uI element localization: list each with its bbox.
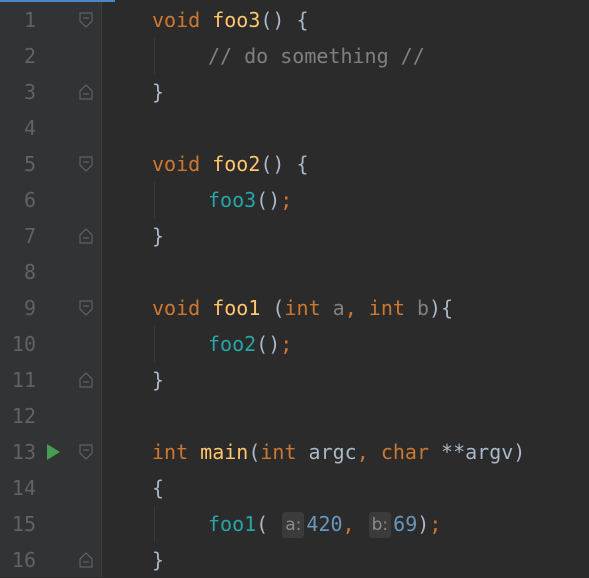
line-number: 12 (11, 404, 36, 428)
indent-guide (154, 182, 155, 218)
code-line-15[interactable]: 15 foo1( a: 420, b: 69); (0, 506, 589, 542)
fold-end-icon[interactable] (79, 552, 93, 568)
indent-guide (154, 326, 155, 362)
parameter-hint-b: b: (368, 512, 392, 538)
line-number: 7 (23, 224, 36, 248)
code-line-14[interactable]: 14 { (0, 470, 589, 506)
line-number: 1 (23, 8, 36, 32)
indent-guide (154, 506, 155, 542)
line-number: 6 (23, 188, 36, 212)
line-number: 9 (23, 296, 36, 320)
fold-end-icon[interactable] (79, 372, 93, 388)
line-number: 5 (23, 152, 36, 176)
code-line-5[interactable]: 5 void foo2() { (0, 146, 589, 182)
code-text[interactable]: foo3(); (208, 182, 292, 218)
code-line-8[interactable]: 8 (0, 254, 589, 290)
code-line-10[interactable]: 10 foo2(); (0, 326, 589, 362)
fold-end-icon[interactable] (79, 84, 93, 100)
code-text[interactable]: } (152, 74, 164, 110)
code-line-3[interactable]: 3 } (0, 74, 589, 110)
parameter-hint-a: a: (282, 512, 305, 538)
line-number: 10 (11, 332, 36, 356)
code-line-12[interactable]: 12 (0, 398, 589, 434)
code-text[interactable]: } (152, 218, 164, 254)
fold-start-icon[interactable] (79, 300, 93, 316)
code-editor[interactable]: 1 void foo3() { 2 // do something // 3 }… (0, 0, 589, 577)
fold-start-icon[interactable] (79, 444, 93, 460)
fold-start-icon[interactable] (79, 12, 93, 28)
line-number: 11 (11, 368, 36, 392)
code-line-6[interactable]: 6 foo3(); (0, 182, 589, 218)
code-text[interactable]: } (152, 362, 164, 398)
code-text[interactable]: foo2(); (208, 326, 292, 362)
code-text[interactable]: void foo1 (int a, int b){ (152, 290, 453, 326)
code-text[interactable]: { (152, 470, 164, 506)
line-number: 8 (23, 260, 36, 284)
indent-guide (154, 38, 155, 74)
line-number: 16 (11, 548, 36, 572)
run-gutter-icon[interactable] (47, 444, 60, 460)
line-number: 13 (11, 440, 36, 464)
line-number: 14 (11, 476, 36, 500)
code-line-1[interactable]: 1 void foo3() { (0, 2, 589, 38)
code-line-7[interactable]: 7 } (0, 218, 589, 254)
code-line-9[interactable]: 9 void foo1 (int a, int b){ (0, 290, 589, 326)
fold-start-icon[interactable] (79, 156, 93, 172)
fold-end-icon[interactable] (79, 228, 93, 244)
code-line-11[interactable]: 11 } (0, 362, 589, 398)
code-line-16[interactable]: 16 } (0, 542, 589, 578)
code-text[interactable]: void foo3() { (152, 2, 309, 38)
code-text[interactable]: } (152, 542, 164, 578)
line-number: 2 (23, 44, 36, 68)
code-line-13[interactable]: 13 int main(int argc, char **argv) (0, 434, 589, 470)
code-line-4[interactable]: 4 (0, 110, 589, 146)
line-number: 4 (23, 116, 36, 140)
line-number: 15 (11, 512, 36, 536)
code-text[interactable]: foo1( a: 420, b: 69); (208, 506, 441, 542)
code-text[interactable]: int main(int argc, char **argv) (152, 434, 525, 470)
line-number: 3 (23, 80, 36, 104)
code-line-2[interactable]: 2 // do something // (0, 38, 589, 74)
code-text[interactable]: void foo2() { (152, 146, 309, 182)
code-text[interactable]: // do something // (208, 38, 425, 74)
